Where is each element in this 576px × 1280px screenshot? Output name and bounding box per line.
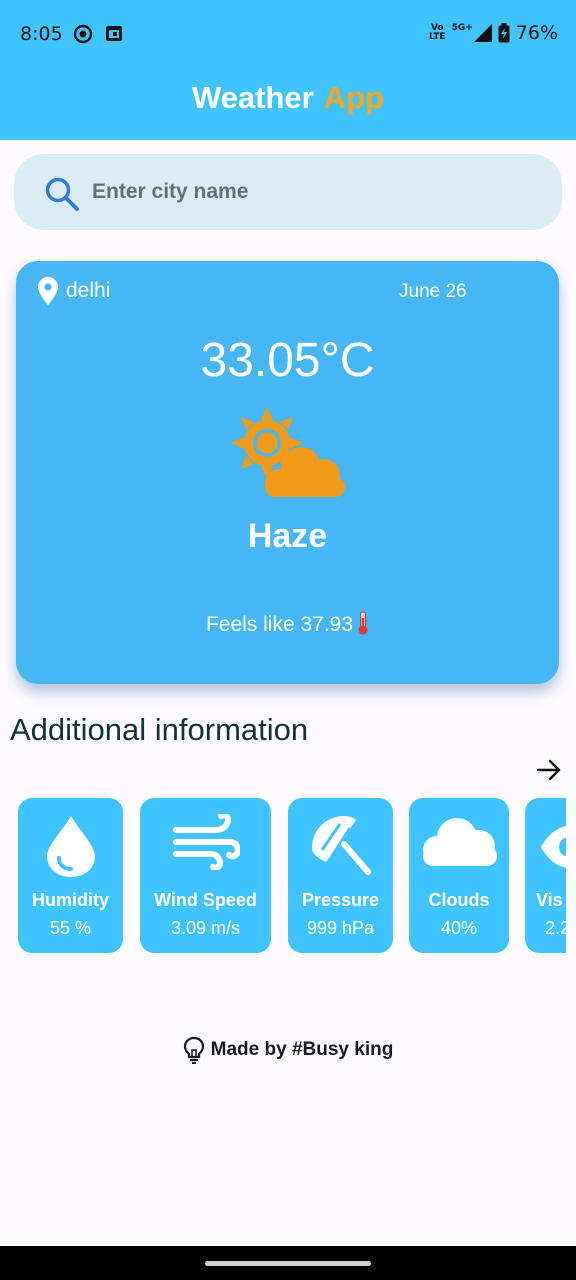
info-tile-visibility: Vis 2.2 <box>525 798 566 953</box>
umbrella-icon <box>311 816 371 875</box>
footer: Made by #Busy king <box>0 1036 576 1064</box>
arrow-right-icon[interactable] <box>536 758 562 782</box>
eye-icon <box>541 826 566 868</box>
status-time: 8:05 <box>20 23 63 45</box>
location-pin-icon <box>38 277 58 305</box>
home-gesture-handle[interactable] <box>205 1261 371 1266</box>
search-bar[interactable] <box>14 154 562 230</box>
title-weather: Weather <box>191 80 314 115</box>
app-bar: 8:05 Vo LTE 5G+ 76% Weather App <box>0 0 576 140</box>
clouds-value: 40% <box>440 918 478 938</box>
info-tile-humidity: Humidity 55 % <box>18 798 123 953</box>
cloud-icon <box>423 818 497 866</box>
circle-app-icon <box>73 24 93 44</box>
feels-like-text: Feels like 37.93 <box>205 613 354 636</box>
search-icon[interactable] <box>44 176 80 212</box>
visibility-value: 2.2 <box>545 918 566 938</box>
current-weather-card: delhi June 26 33.05°C Haze Feels like 37… <box>16 261 559 684</box>
network-label: Vo LTE <box>429 23 446 42</box>
feels-like-row: Feels like 37.93 <box>16 611 559 637</box>
temperature: 33.05°C <box>200 334 375 387</box>
search-input[interactable] <box>92 172 532 212</box>
system-nav-bar <box>0 1246 576 1280</box>
status-right: Vo LTE 5G+ 76% <box>429 22 558 44</box>
city-name: delhi <box>66 279 111 302</box>
humidity-value: 55 % <box>49 918 92 938</box>
clouds-label: Clouds <box>428 890 490 910</box>
wind-speed-value: 3.09 m/s <box>170 918 241 938</box>
wind-speed-label: Wind Speed <box>154 890 257 910</box>
pressure-label: Pressure <box>301 890 380 910</box>
title-app: App <box>323 80 384 115</box>
calendar-app-icon <box>106 26 122 41</box>
signal-group: 5G+ <box>452 24 492 42</box>
app-title: Weather App <box>0 80 576 116</box>
info-tile-wind-speed: Wind Speed 3.09 m/s <box>140 798 271 953</box>
battery-level: 76% <box>515 22 558 44</box>
current-date: June 26 <box>399 281 467 302</box>
signal-type: 5G+ <box>451 23 473 33</box>
battery-icon <box>498 23 510 43</box>
weather-condition: Haze <box>247 517 328 555</box>
humidity-label: Humidity <box>31 890 109 910</box>
sun-cloud-icon <box>231 407 345 497</box>
status-bar: 8:05 Vo LTE 5G+ 76% <box>0 0 576 70</box>
info-tile-pressure: Pressure 999 hPa <box>288 798 393 953</box>
lightbulb-icon <box>183 1036 204 1064</box>
water-drop-icon <box>46 816 95 877</box>
info-tile-clouds: Clouds 40% <box>409 798 509 953</box>
additional-info-title: Additional information <box>10 712 309 747</box>
signal-icon <box>473 24 492 42</box>
footer-credit: Made by #Busy king <box>210 1039 394 1060</box>
visibility-label: Vis <box>536 890 563 910</box>
wind-icon <box>172 814 240 870</box>
pressure-value: 999 hPa <box>306 918 375 938</box>
thermometer-icon <box>358 611 368 635</box>
